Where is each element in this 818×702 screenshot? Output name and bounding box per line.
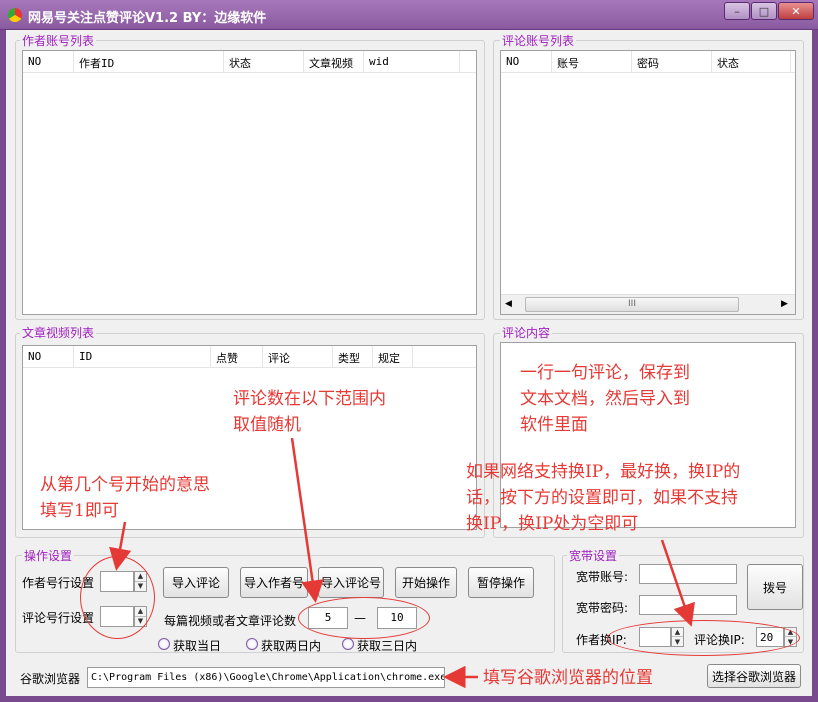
arrow-to-row-settings xyxy=(109,521,132,571)
arrow-to-range xyxy=(290,437,324,603)
arrow-to-ip xyxy=(660,539,695,627)
annotation-arrows xyxy=(109,437,695,689)
